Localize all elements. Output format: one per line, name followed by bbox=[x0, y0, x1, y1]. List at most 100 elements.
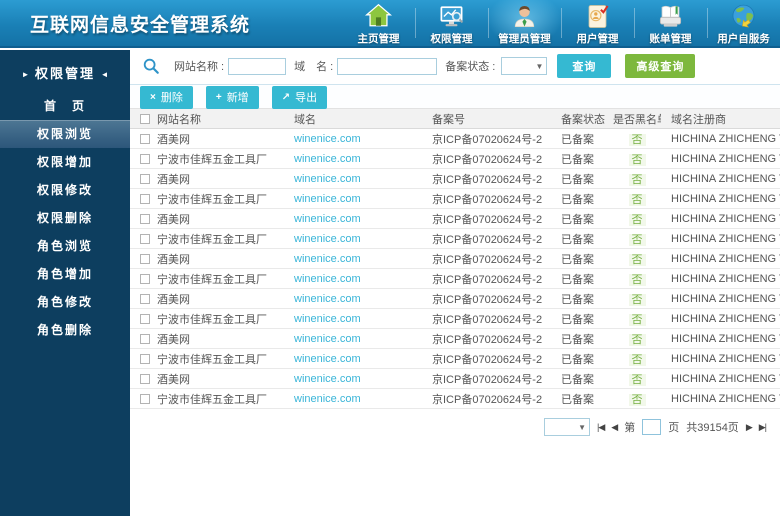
filing-status-cell: 已备案 bbox=[551, 388, 613, 409]
site-name-cell: 酒美网 bbox=[157, 373, 190, 386]
add-button-label: 新增 bbox=[226, 92, 249, 104]
domain-link[interactable]: winenice.com bbox=[294, 273, 361, 285]
domain-link[interactable]: winenice.com bbox=[294, 313, 361, 325]
nav-item-admins[interactable]: 管理员管理 bbox=[488, 0, 561, 46]
row-checkbox[interactable] bbox=[140, 273, 150, 284]
page-size-select[interactable]: ▼ bbox=[544, 418, 591, 436]
filing-no-cell: 京ICP备07020624号-2 bbox=[422, 368, 551, 389]
filing-no-cell: 京ICP备07020624号-2 bbox=[422, 128, 551, 149]
site-name-label: 网站名称 : bbox=[174, 61, 225, 73]
records-table: 网站名称 域名 备案号 备案状态 是否黑名单 域名注册商 酒美网 winenic… bbox=[130, 108, 780, 409]
table-row: 宁波市佳辉五金工具厂 winenice.com 京ICP备07020624号-2… bbox=[130, 268, 780, 289]
site-name-cell: 宁波市佳辉五金工具厂 bbox=[157, 193, 267, 206]
row-checkbox[interactable] bbox=[140, 313, 150, 324]
select-all-checkbox[interactable] bbox=[140, 113, 150, 124]
table-body: 酒美网 winenice.com 京ICP备07020624号-2 已备案 否 … bbox=[130, 128, 780, 409]
sidebar-item-permission-browse[interactable]: 权限浏览 bbox=[0, 120, 130, 148]
domain-link[interactable]: winenice.com bbox=[294, 173, 361, 185]
domain-link[interactable]: winenice.com bbox=[294, 213, 361, 225]
sidebar-item-role-add[interactable]: 角色增加 bbox=[0, 260, 130, 288]
nav-item-self-service[interactable]: 用户自服务 bbox=[707, 0, 780, 46]
row-checkbox[interactable] bbox=[140, 393, 150, 404]
registrar-cell: HICHINA ZHICHENG TECHNOLOGY bbox=[661, 368, 780, 389]
sidebar-item-permission-edit[interactable]: 权限修改 bbox=[0, 176, 130, 204]
row-checkbox[interactable] bbox=[140, 253, 150, 264]
nav-item-permissions[interactable]: 权限管理 bbox=[415, 0, 488, 46]
filing-status-cell: 已备案 bbox=[551, 308, 613, 329]
row-checkbox[interactable] bbox=[140, 173, 150, 184]
nav-item-users[interactable]: 用户管理 bbox=[561, 0, 634, 46]
nav-item-billing[interactable]: 账单管理 bbox=[634, 0, 707, 46]
arrow-left-icon: ◄ bbox=[100, 70, 109, 79]
col-site-name: 网站名称 bbox=[157, 113, 201, 126]
blacklist-flag: 否 bbox=[628, 133, 646, 146]
blacklist-flag: 否 bbox=[628, 333, 646, 346]
site-name-input[interactable] bbox=[228, 57, 287, 75]
domain-link[interactable]: winenice.com bbox=[294, 193, 361, 205]
sidebar-item-permission-delete[interactable]: 权限删除 bbox=[0, 204, 130, 232]
add-button[interactable]: + 新增 bbox=[205, 86, 259, 109]
query-button[interactable]: 查询 bbox=[557, 54, 612, 78]
monitor-chart-icon bbox=[440, 6, 464, 27]
nav-item-home[interactable]: 主页管理 bbox=[342, 0, 415, 46]
filing-status-label: 备案状态 : bbox=[445, 61, 496, 73]
delete-button[interactable]: × 删除 bbox=[140, 86, 193, 109]
domain-link[interactable]: winenice.com bbox=[294, 333, 361, 345]
export-button[interactable]: ↗ 导出 bbox=[271, 86, 328, 109]
col-filing-status: 备案状态 bbox=[551, 108, 613, 129]
admin-person-icon bbox=[514, 5, 535, 27]
domain-input[interactable] bbox=[337, 57, 438, 75]
filing-no-cell: 京ICP备07020624号-2 bbox=[422, 308, 551, 329]
domain-link[interactable]: winenice.com bbox=[294, 393, 361, 405]
next-page-button[interactable]: ▶ bbox=[746, 422, 753, 433]
registrar-cell: HICHINA ZHICHENG TECHNOLOGY bbox=[661, 248, 780, 269]
row-checkbox[interactable] bbox=[140, 213, 150, 224]
filing-status-select[interactable]: ▼ bbox=[501, 57, 548, 75]
filing-no-cell: 京ICP备07020624号-2 bbox=[422, 168, 551, 189]
row-checkbox[interactable] bbox=[140, 293, 150, 304]
domain-link[interactable]: winenice.com bbox=[294, 353, 361, 365]
row-checkbox[interactable] bbox=[140, 233, 150, 244]
registrar-cell: HICHINA ZHICHENG TECHNOLOGY bbox=[661, 328, 780, 349]
sidebar-item-role-browse[interactable]: 角色浏览 bbox=[0, 232, 130, 260]
row-checkbox[interactable] bbox=[140, 133, 150, 144]
nav-label: 管理员管理 bbox=[498, 33, 551, 45]
row-checkbox[interactable] bbox=[140, 353, 150, 364]
first-page-button[interactable]: |◀ bbox=[597, 422, 605, 433]
row-checkbox[interactable] bbox=[140, 153, 150, 164]
home-icon bbox=[364, 3, 393, 27]
domain-link[interactable]: winenice.com bbox=[294, 253, 361, 265]
domain-link[interactable]: winenice.com bbox=[294, 373, 361, 385]
table-row: 酒美网 winenice.com 京ICP备07020624号-2 已备案 否 … bbox=[130, 328, 780, 349]
filing-no-cell: 京ICP备07020624号-2 bbox=[422, 348, 551, 369]
row-checkbox[interactable] bbox=[140, 193, 150, 204]
site-name-cell: 宁波市佳辉五金工具厂 bbox=[157, 233, 267, 246]
globe-icon bbox=[732, 4, 755, 28]
filing-no-cell: 京ICP备07020624号-2 bbox=[422, 248, 551, 269]
table-row: 酒美网 winenice.com 京ICP备07020624号-2 已备案 否 … bbox=[130, 248, 780, 269]
row-checkbox[interactable] bbox=[140, 333, 150, 344]
nav-label: 权限管理 bbox=[430, 33, 473, 45]
domain-link[interactable]: winenice.com bbox=[294, 233, 361, 245]
page-number-input[interactable] bbox=[642, 419, 662, 435]
registrar-cell: HICHINA ZHICHENG TECHNOLOGY bbox=[661, 168, 780, 189]
sidebar-item-home[interactable]: 首 页 bbox=[0, 92, 130, 120]
sidebar-item-permission-add[interactable]: 权限增加 bbox=[0, 148, 130, 176]
domain-link[interactable]: winenice.com bbox=[294, 293, 361, 305]
prev-page-button[interactable]: ◀ bbox=[611, 422, 618, 433]
nav-label: 账单管理 bbox=[649, 33, 692, 45]
site-name-cell: 宁波市佳辉五金工具厂 bbox=[157, 393, 267, 406]
last-page-button[interactable]: ▶| bbox=[759, 422, 767, 433]
advanced-query-button[interactable]: 高级查询 bbox=[625, 54, 696, 78]
row-checkbox[interactable] bbox=[140, 373, 150, 384]
registrar-cell: HICHINA ZHICHENG TECHNOLOGY bbox=[661, 268, 780, 289]
filing-status-cell: 已备案 bbox=[551, 228, 613, 249]
domain-link[interactable]: winenice.com bbox=[294, 153, 361, 165]
site-name-cell: 酒美网 bbox=[157, 173, 190, 186]
nav-label: 主页管理 bbox=[357, 33, 400, 45]
sidebar-header: ► 权限管理 ◄ bbox=[0, 50, 130, 92]
sidebar-item-role-delete[interactable]: 角色删除 bbox=[0, 316, 130, 344]
sidebar-item-role-edit[interactable]: 角色修改 bbox=[0, 288, 130, 316]
table-row: 酒美网 winenice.com 京ICP备07020624号-2 已备案 否 … bbox=[130, 368, 780, 389]
domain-link[interactable]: winenice.com bbox=[294, 133, 361, 145]
